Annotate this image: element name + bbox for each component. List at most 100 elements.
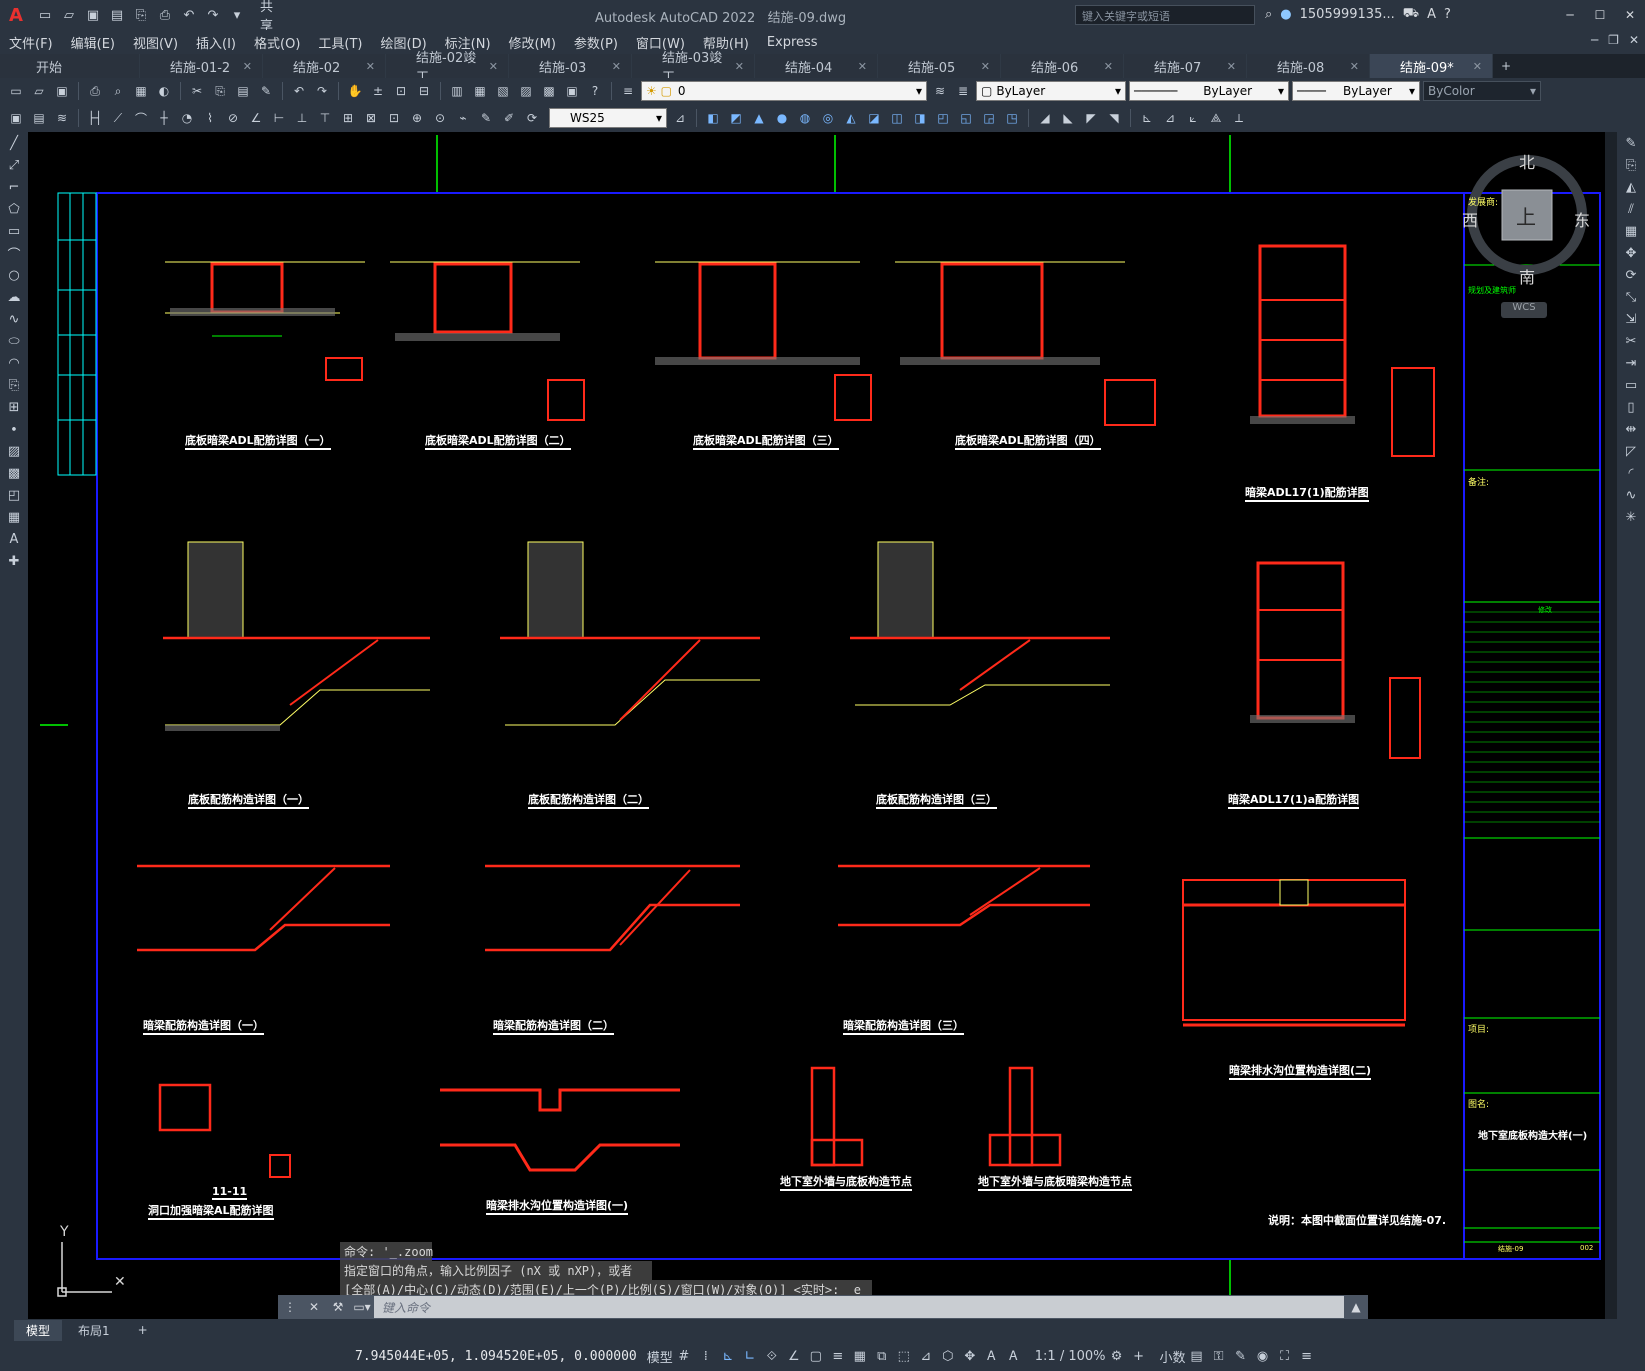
continue-icon[interactable]: ⊤: [315, 108, 335, 128]
copy-icon[interactable]: ⎘: [210, 81, 230, 101]
cone-icon[interactable]: ▲: [749, 108, 769, 128]
close-tab-icon[interactable]: ✕: [1104, 60, 1113, 73]
stretch-icon[interactable]: ⇲: [1617, 308, 1645, 330]
grid-icon[interactable]: #: [673, 1345, 695, 1367]
save-icon[interactable]: ▣: [84, 6, 102, 24]
menu-item[interactable]: Express: [758, 35, 827, 50]
recent-cmd-icon[interactable]: ▭▾: [350, 1300, 374, 1314]
workspace-icon[interactable]: ▣: [6, 108, 26, 128]
circle-icon[interactable]: ○: [0, 264, 28, 286]
settings-icon[interactable]: ⚙: [1106, 1345, 1128, 1367]
mtext-icon[interactable]: A: [0, 528, 28, 550]
search-icon[interactable]: ⌕: [1265, 7, 1272, 22]
layer-previous-icon[interactable]: ≣: [953, 81, 973, 101]
annotation-scale[interactable]: 1:1 / 100%: [1035, 1349, 1106, 1364]
close-tab-icon[interactable]: ✕: [1227, 60, 1236, 73]
open-web-icon[interactable]: ⎘: [132, 6, 150, 24]
plot-icon[interactable]: ⎙: [85, 81, 105, 101]
open-file-icon[interactable]: ▱: [60, 6, 78, 24]
ordinate-icon[interactable]: ┼: [154, 108, 174, 128]
angular-icon[interactable]: ∠: [246, 108, 266, 128]
point-icon[interactable]: ∙: [0, 418, 28, 440]
undo-icon[interactable]: ↶: [180, 6, 198, 24]
coordinates-readout[interactable]: 7.945044E+05, 1.094520E+05, 0.000000: [355, 1349, 637, 1364]
sheet-set-icon[interactable]: ▨: [516, 81, 536, 101]
selection-filter-icon[interactable]: ⬡: [937, 1345, 959, 1367]
menu-item[interactable]: 工具(T): [309, 33, 371, 52]
object-snap-icon[interactable]: ▢: [805, 1345, 827, 1367]
baseline-icon[interactable]: ⊥: [292, 108, 312, 128]
pan-icon[interactable]: ✋: [345, 81, 365, 101]
quick-dim-icon[interactable]: ⊢: [269, 108, 289, 128]
help-icon[interactable]: ?: [1444, 7, 1451, 22]
pyramid-icon[interactable]: ◭: [841, 108, 861, 128]
close-tab-icon[interactable]: ✕: [612, 60, 621, 73]
cart-icon[interactable]: ⛟: [1403, 6, 1419, 23]
add-icon[interactable]: +: [1128, 1345, 1150, 1367]
units-dropdown[interactable]: 小数: [1160, 1347, 1186, 1366]
menu-item[interactable]: 编辑(E): [62, 33, 124, 52]
layer-iso-icon[interactable]: ≋: [52, 108, 72, 128]
maximize-button[interactable]: ☐: [1585, 0, 1615, 30]
center-mark-icon[interactable]: ⊕: [407, 108, 427, 128]
arc-icon[interactable]: ⌒: [0, 242, 28, 264]
transparency-icon[interactable]: ▦: [849, 1345, 871, 1367]
doc-tab[interactable]: 结施-05 ✕: [878, 54, 1001, 78]
doc-tab[interactable]: 开始: [0, 54, 140, 78]
arc-length-icon[interactable]: ⌒: [131, 108, 151, 128]
dimstyle-dropdown[interactable]: WS25 ▾: [549, 108, 667, 128]
aligned-dim-icon[interactable]: ⟋: [108, 108, 128, 128]
revcloud-icon[interactable]: ☁: [0, 286, 28, 308]
close-tab-icon[interactable]: ✕: [858, 60, 867, 73]
move-icon[interactable]: ✥: [1617, 242, 1645, 264]
layer-dropdown[interactable]: ☀ ▢ 0 ▾: [641, 81, 927, 101]
open-icon[interactable]: ▱: [29, 81, 49, 101]
offset-icon[interactable]: ⫽: [1617, 198, 1645, 220]
inspection-icon[interactable]: ⊙: [430, 108, 450, 128]
dynamic-ucs-icon[interactable]: ⊿: [915, 1345, 937, 1367]
quick-properties-icon[interactable]: ▤: [1186, 1345, 1208, 1367]
tolerance-icon[interactable]: ⊡: [384, 108, 404, 128]
doc-tab[interactable]: 结施-02竣工✕: [386, 51, 509, 85]
dimstyle-manager-icon[interactable]: ⊿: [670, 108, 690, 128]
isodraft-icon[interactable]: ⟐: [761, 1345, 783, 1367]
tab-model[interactable]: 模型: [14, 1319, 63, 1341]
close-button[interactable]: ✕: [1615, 0, 1645, 30]
save-as-icon[interactable]: ▤: [108, 6, 126, 24]
doc-tab[interactable]: 结施-06 ✕: [1001, 54, 1124, 78]
table-icon[interactable]: ▦: [0, 506, 28, 528]
space-icon[interactable]: ⊞: [338, 108, 358, 128]
break-point-icon[interactable]: ▭: [1617, 374, 1645, 396]
gradient-icon[interactable]: ▩: [0, 462, 28, 484]
doc-tab[interactable]: 结施-09* ✕: [1370, 54, 1493, 78]
close-tab-icon[interactable]: ✕: [735, 60, 744, 73]
ucs-icon[interactable]: ⊾: [1137, 108, 1157, 128]
cmd-scroll-icon[interactable]: ▲: [1344, 1300, 1368, 1314]
linetype-dropdown[interactable]: ────── ByLayer ▾: [1129, 81, 1289, 101]
doc-close-icon[interactable]: ✕: [1629, 33, 1639, 47]
doc-tab[interactable]: 结施-08 ✕: [1247, 54, 1370, 78]
tool-palettes-icon[interactable]: ▧: [493, 81, 513, 101]
union-icon[interactable]: ◱: [956, 108, 976, 128]
add-selected-icon[interactable]: ✚: [0, 550, 28, 572]
autocad-logo[interactable]: A: [0, 0, 32, 30]
blend-icon[interactable]: ∿: [1617, 484, 1645, 506]
close-tab-icon[interactable]: ✕: [1473, 60, 1482, 73]
tab-layout1[interactable]: 布局1: [66, 1320, 122, 1341]
ellipse-icon[interactable]: ⬭: [0, 330, 28, 352]
break-icon[interactable]: ▯: [1617, 396, 1645, 418]
cylinder-icon[interactable]: ◍: [795, 108, 815, 128]
ucs-object-icon[interactable]: ⟂: [1229, 108, 1249, 128]
object-snap-tracking-icon[interactable]: ∠: [783, 1345, 805, 1367]
polygon-icon[interactable]: ⬠: [0, 198, 28, 220]
array-icon[interactable]: ▦: [1617, 220, 1645, 242]
3d-osnap-icon[interactable]: ⬚: [893, 1345, 915, 1367]
make-current-icon[interactable]: ≋: [930, 81, 950, 101]
interfere-icon[interactable]: ◤: [1081, 108, 1101, 128]
xline-icon[interactable]: ⤢: [0, 154, 28, 176]
close-cmd-icon[interactable]: ✕: [302, 1300, 326, 1314]
viewcube-north[interactable]: 北: [1519, 149, 1535, 173]
render-icon[interactable]: ◐: [154, 81, 174, 101]
new-tab-icon[interactable]: +: [1493, 54, 1519, 78]
dim-text-edit-icon[interactable]: ✐: [499, 108, 519, 128]
